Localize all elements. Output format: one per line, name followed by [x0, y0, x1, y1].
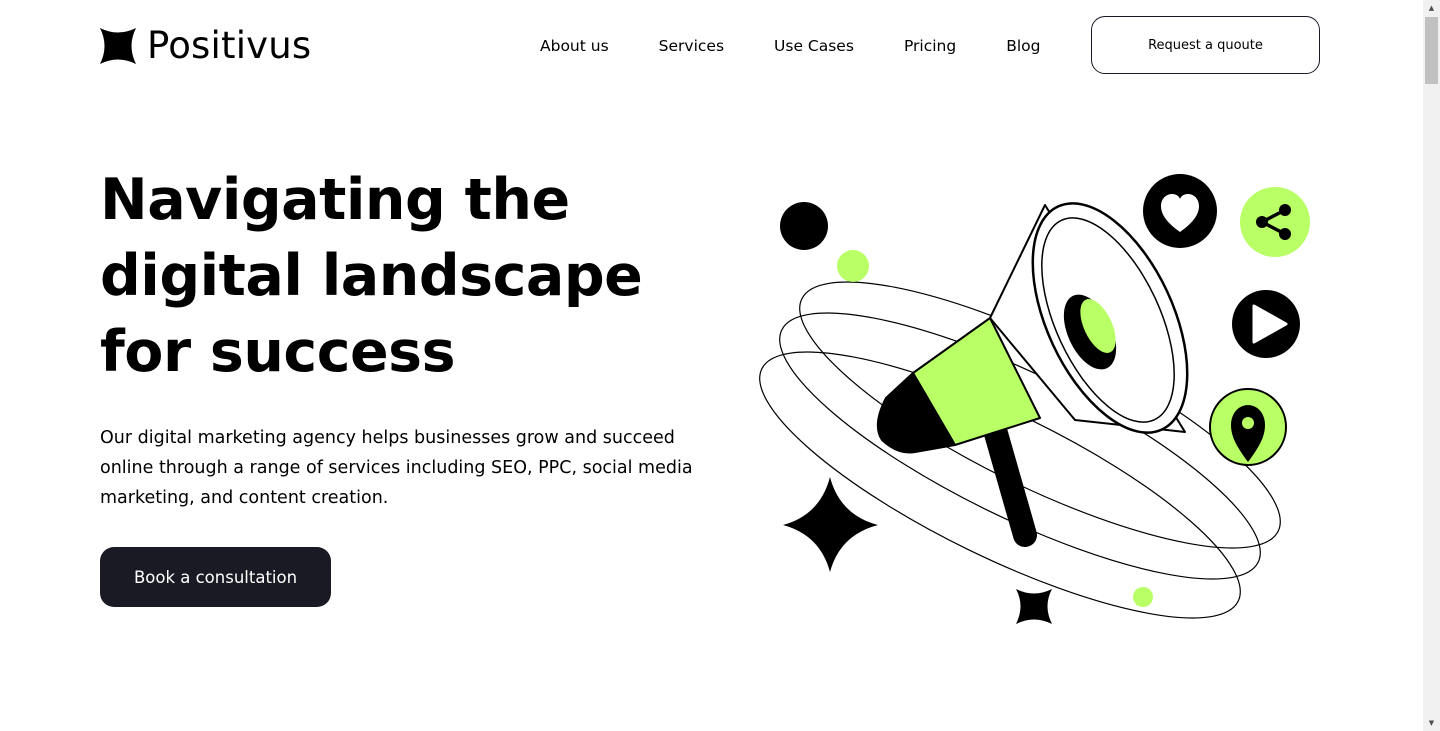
hero-title-line-3: for success: [100, 319, 456, 385]
accent-dot-bottom: [1133, 587, 1153, 607]
hero-title-line-2: digital landscape: [100, 243, 643, 309]
scroll-down-arrow-icon[interactable]: ▼: [1423, 715, 1440, 731]
small-star-icon: [1016, 589, 1052, 624]
main-nav: About us Services Use Cases Pricing Blog: [540, 36, 1040, 56]
vertical-scrollbar[interactable]: ▲ ▼: [1423, 0, 1440, 731]
nav-link-pricing[interactable]: Pricing: [904, 36, 956, 56]
accent-dot-top: [837, 250, 869, 282]
nav-link-services[interactable]: Services: [659, 36, 724, 56]
nav-link-about-us[interactable]: About us: [540, 36, 609, 56]
request-quote-button[interactable]: Request a quoute: [1091, 16, 1320, 74]
hero-title-line-1: Navigating the: [100, 167, 570, 233]
brand-logo[interactable]: Positivus: [100, 26, 311, 66]
scroll-thumb[interactable]: [1425, 17, 1438, 84]
scroll-up-arrow-icon[interactable]: ▲: [1423, 0, 1440, 16]
hero-illustration: [759, 174, 1310, 624]
sparkle-star-icon: [783, 477, 878, 572]
nav-link-use-cases[interactable]: Use Cases: [774, 36, 854, 56]
hero-description: Our digital marketing agency helps busin…: [100, 428, 693, 508]
landing-page: Positivus About us Services Use Cases Pr…: [0, 0, 1423, 731]
book-consultation-button[interactable]: Book a consultation: [100, 547, 331, 607]
black-dot: [780, 202, 828, 250]
brand-name: Positivus: [147, 24, 312, 67]
location-pin-hole: [1242, 417, 1254, 429]
logo-star-icon: [100, 28, 136, 64]
hero-title: Navigating the digital landscape for suc…: [100, 162, 720, 390]
share-badge: [1240, 187, 1310, 257]
nav-link-blog[interactable]: Blog: [1006, 36, 1040, 56]
